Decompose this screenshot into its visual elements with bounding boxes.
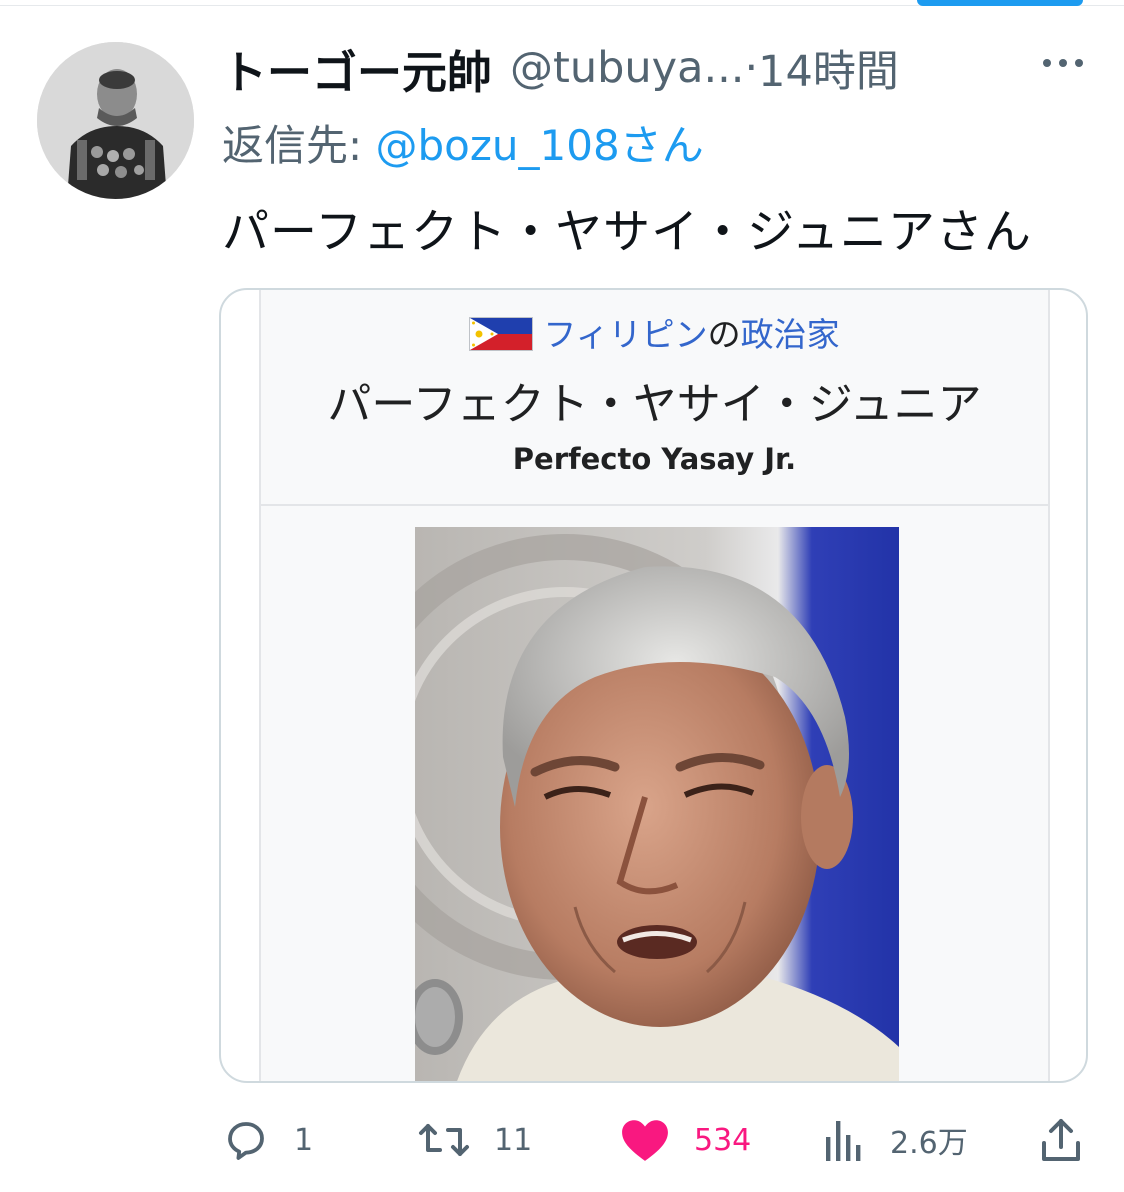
heart-icon — [622, 1120, 668, 1161]
reply-to-link[interactable]: @bozu_108さん — [376, 121, 704, 170]
person-photo — [415, 527, 899, 1081]
retweet-button[interactable]: 11 — [418, 1110, 532, 1170]
category-link-politician[interactable]: 政治家 — [741, 315, 840, 354]
reply-icon — [228, 1122, 264, 1160]
share-button[interactable] — [1040, 1110, 1082, 1170]
tweet-text: パーフェクト・ヤサイ・ジュニアさん — [222, 205, 1032, 260]
category-line: フィリピンの政治家 — [261, 308, 1048, 356]
category-link-philippines[interactable]: フィリピン — [543, 315, 707, 354]
reply-context: 返信先: @bozu_108さん — [222, 112, 704, 173]
avatar[interactable] — [37, 42, 194, 199]
avatar-portrait-image — [37, 42, 194, 199]
infobox-header: フィリピンの政治家 パーフェクト・ヤサイ・ジュニア Perfecto Yasay… — [261, 290, 1048, 506]
views-button[interactable]: 2.6万 — [822, 1110, 968, 1170]
author-name[interactable]: トーゴー元帥 — [222, 36, 492, 101]
separator-dot: · — [744, 43, 759, 93]
retweet-count: 11 — [494, 1122, 533, 1158]
category-connector: の — [707, 315, 741, 354]
author-handle[interactable]: @tubuya... — [510, 43, 744, 93]
reply-count: 1 — [294, 1122, 314, 1158]
like-button[interactable]: 534 — [620, 1110, 751, 1170]
reply-prefix: 返信先: — [222, 121, 376, 170]
reply-button[interactable]: 1 — [222, 1110, 313, 1170]
action-bar: 1 11 534 2.6万 — [0, 1110, 1124, 1170]
views-chart-icon — [826, 1121, 861, 1161]
like-count: 534 — [694, 1122, 752, 1158]
share-icon — [1042, 1119, 1080, 1161]
philippines-flag-icon — [469, 317, 534, 351]
tweet-header: トーゴー元帥 @tubuya... · 14時間 — [222, 36, 899, 100]
retweet-icon — [419, 1124, 469, 1156]
person-name-latin: Perfecto Yasay Jr. — [512, 442, 797, 476]
attached-image[interactable]: フィリピンの政治家 パーフェクト・ヤサイ・ジュニア Perfecto Yasay… — [219, 288, 1088, 1083]
view-count: 2.6万 — [890, 1126, 968, 1161]
more-options-icon[interactable] — [1040, 48, 1086, 78]
person-name-japanese: パーフェクト・ヤサイ・ジュニア — [327, 379, 982, 430]
top-accent-bar — [917, 0, 1083, 6]
timestamp[interactable]: 14時間 — [758, 37, 899, 99]
wiki-infobox: フィリピンの政治家 パーフェクト・ヤサイ・ジュニア Perfecto Yasay… — [259, 290, 1050, 1081]
